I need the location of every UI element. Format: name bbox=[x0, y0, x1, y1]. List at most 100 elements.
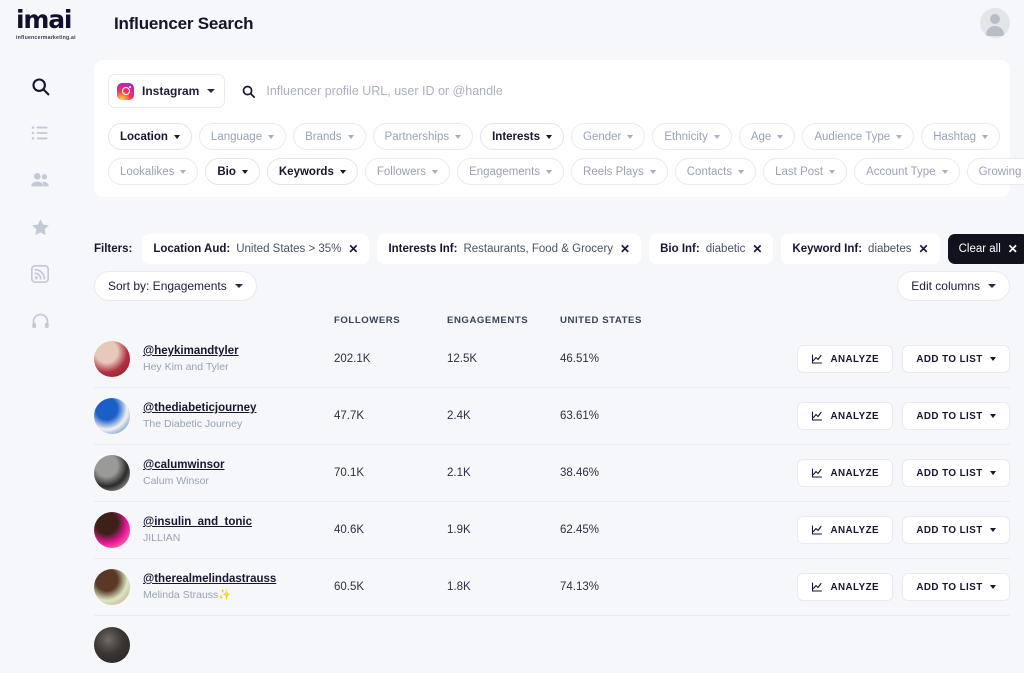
table-row[interactable]: @heykimandtylerHey Kim and Tyler202.1K12… bbox=[94, 331, 1010, 388]
avatar[interactable] bbox=[94, 398, 130, 434]
table-toolbar: Sort by: Engagements Edit columns bbox=[94, 271, 1010, 301]
chevron-down-icon bbox=[990, 471, 996, 475]
filter-chip-age[interactable]: Age bbox=[739, 123, 795, 150]
sidebar-item-feed[interactable] bbox=[23, 257, 57, 291]
applied-filter-chip[interactable]: Interests Inf:Restaurants, Food & Grocer… bbox=[377, 234, 641, 264]
applied-filter-chip[interactable]: Bio Inf:diabetic✕ bbox=[649, 234, 773, 264]
cell-engagements: 2.1K bbox=[447, 467, 560, 479]
table-row[interactable]: @insulin_and_tonicJILLIAN40.6K1.9K62.45%… bbox=[94, 502, 1010, 559]
clear-all-button[interactable]: Clear all ✕ bbox=[948, 234, 1024, 264]
chevron-down-icon bbox=[990, 528, 996, 532]
analyze-button[interactable]: ANALYZE bbox=[797, 516, 893, 544]
sidebar-item-support[interactable] bbox=[23, 304, 57, 338]
analyze-label: ANALYZE bbox=[830, 468, 879, 479]
filter-chip-growing[interactable]: Growing bbox=[967, 158, 1024, 185]
filter-chip-ethnicity[interactable]: Ethnicity bbox=[652, 123, 731, 150]
table-row[interactable]: @thediabeticjourneyThe Diabetic Journey4… bbox=[94, 388, 1010, 445]
chart-icon bbox=[811, 581, 823, 593]
filter-chip-label: Brands bbox=[305, 131, 341, 143]
filter-chip-label: Account Type bbox=[866, 166, 935, 178]
analyze-button[interactable]: ANALYZE bbox=[797, 402, 893, 430]
table-row[interactable]: @calumwinsorCalum Winsor70.1K2.1K38.46%A… bbox=[94, 445, 1010, 502]
chevron-down-icon bbox=[546, 135, 552, 139]
profile-handle-link[interactable]: @calumwinsor bbox=[143, 459, 225, 472]
filter-chip-hashtag[interactable]: Hashtag bbox=[921, 123, 1000, 150]
cell-united-states: 38.46% bbox=[560, 467, 780, 479]
avatar[interactable] bbox=[94, 512, 130, 548]
filter-chip-location[interactable]: Location bbox=[108, 123, 192, 150]
edit-columns-button[interactable]: Edit columns bbox=[897, 271, 1010, 301]
profile-handle-link[interactable]: @thediabeticjourney bbox=[143, 402, 256, 415]
profile-handle-link[interactable]: @insulin_and_tonic bbox=[143, 516, 252, 529]
headset-icon bbox=[30, 311, 51, 332]
filter-chip-bio[interactable]: Bio bbox=[205, 158, 260, 185]
analyze-button[interactable]: ANALYZE bbox=[797, 459, 893, 487]
add-to-list-button[interactable]: ADD TO LIST bbox=[902, 402, 1010, 430]
chevron-down-icon bbox=[268, 135, 274, 139]
analyze-label: ANALYZE bbox=[830, 411, 879, 422]
filter-chip-followers[interactable]: Followers bbox=[365, 158, 450, 185]
filter-chip-account-type[interactable]: Account Type bbox=[854, 158, 959, 185]
close-icon[interactable]: ✕ bbox=[919, 243, 929, 255]
filter-chip-contacts[interactable]: Contacts bbox=[675, 158, 756, 185]
table-row[interactable] bbox=[94, 616, 1010, 673]
filter-chip-label: Partnerships bbox=[385, 131, 450, 143]
filter-chip-last-post[interactable]: Last Post bbox=[763, 158, 847, 185]
close-icon[interactable]: ✕ bbox=[620, 243, 630, 255]
sort-by-dropdown[interactable]: Sort by: Engagements bbox=[94, 271, 257, 301]
filter-chip-engagements[interactable]: Engagements bbox=[457, 158, 564, 185]
filter-chip-reels-plays[interactable]: Reels Plays bbox=[571, 158, 668, 185]
avatar[interactable] bbox=[94, 341, 130, 377]
add-to-list-button[interactable]: ADD TO LIST bbox=[902, 345, 1010, 373]
sidebar-item-influencers[interactable] bbox=[23, 163, 57, 197]
avatar[interactable] bbox=[94, 455, 130, 491]
sort-by-label: Sort by: Engagements bbox=[108, 279, 227, 293]
analyze-label: ANALYZE bbox=[830, 354, 879, 365]
profile-full-name: JILLIAN bbox=[143, 532, 252, 544]
close-icon[interactable]: ✕ bbox=[348, 243, 358, 255]
app-logo[interactable]: imai influencermarketing.ai bbox=[16, 7, 96, 41]
platform-select[interactable]: Instagram bbox=[108, 74, 225, 108]
sidebar bbox=[0, 47, 80, 640]
sidebar-item-search[interactable] bbox=[23, 69, 57, 103]
add-to-list-button[interactable]: ADD TO LIST bbox=[902, 516, 1010, 544]
profile-handle-link[interactable]: @therealmelindastrauss bbox=[143, 573, 276, 586]
chevron-down-icon bbox=[235, 284, 243, 288]
analyze-button[interactable]: ANALYZE bbox=[797, 573, 893, 601]
add-to-list-button[interactable]: ADD TO LIST bbox=[902, 573, 1010, 601]
platform-select-label: Instagram bbox=[142, 84, 199, 98]
filter-chip-gender[interactable]: Gender bbox=[571, 123, 645, 150]
profile-handle-link[interactable]: @heykimandtyler bbox=[143, 345, 239, 358]
sidebar-item-lists[interactable] bbox=[23, 116, 57, 150]
close-icon[interactable]: ✕ bbox=[752, 243, 762, 255]
filter-chip-keywords[interactable]: Keywords bbox=[267, 158, 358, 185]
filter-chip-label: Followers bbox=[377, 166, 426, 178]
chevron-down-icon bbox=[777, 135, 783, 139]
sidebar-item-favorites[interactable] bbox=[23, 210, 57, 244]
filter-chip-partnerships[interactable]: Partnerships bbox=[373, 123, 474, 150]
analyze-button[interactable]: ANALYZE bbox=[797, 345, 893, 373]
chevron-down-icon bbox=[942, 170, 948, 174]
filter-chip-label: Audience Type bbox=[814, 131, 890, 143]
applied-filter-chip[interactable]: Keyword Inf:diabetes✕ bbox=[781, 234, 939, 264]
chevron-down-icon bbox=[546, 170, 552, 174]
applied-filter-chip[interactable]: Location Aud:United States > 35%✕ bbox=[142, 234, 369, 264]
add-to-list-button[interactable]: ADD TO LIST bbox=[902, 459, 1010, 487]
avatar[interactable] bbox=[94, 569, 130, 605]
user-avatar[interactable] bbox=[980, 8, 1010, 38]
filter-chip-lookalikes[interactable]: Lookalikes bbox=[108, 158, 198, 185]
filter-chip-brands[interactable]: Brands bbox=[293, 123, 365, 150]
filter-chip-audience-type[interactable]: Audience Type bbox=[802, 123, 914, 150]
filter-chip-language[interactable]: Language bbox=[199, 123, 286, 150]
avatar[interactable] bbox=[94, 627, 130, 663]
search-input-wrapper[interactable]: Influencer profile URL, user ID or @hand… bbox=[241, 84, 996, 99]
clear-all-label: Clear all bbox=[959, 243, 1001, 255]
profile-name-block: @calumwinsorCalum Winsor bbox=[143, 459, 225, 487]
close-icon[interactable]: ✕ bbox=[1008, 243, 1018, 255]
analyze-label: ANALYZE bbox=[830, 582, 879, 593]
cell-profile: @thediabeticjourneyThe Diabetic Journey bbox=[94, 398, 334, 434]
table-row[interactable]: @therealmelindastraussMelinda Strauss✨60… bbox=[94, 559, 1010, 616]
search-input[interactable]: Influencer profile URL, user ID or @hand… bbox=[266, 84, 502, 98]
chevron-down-icon bbox=[340, 170, 346, 174]
filter-chip-interests[interactable]: Interests bbox=[480, 123, 564, 150]
